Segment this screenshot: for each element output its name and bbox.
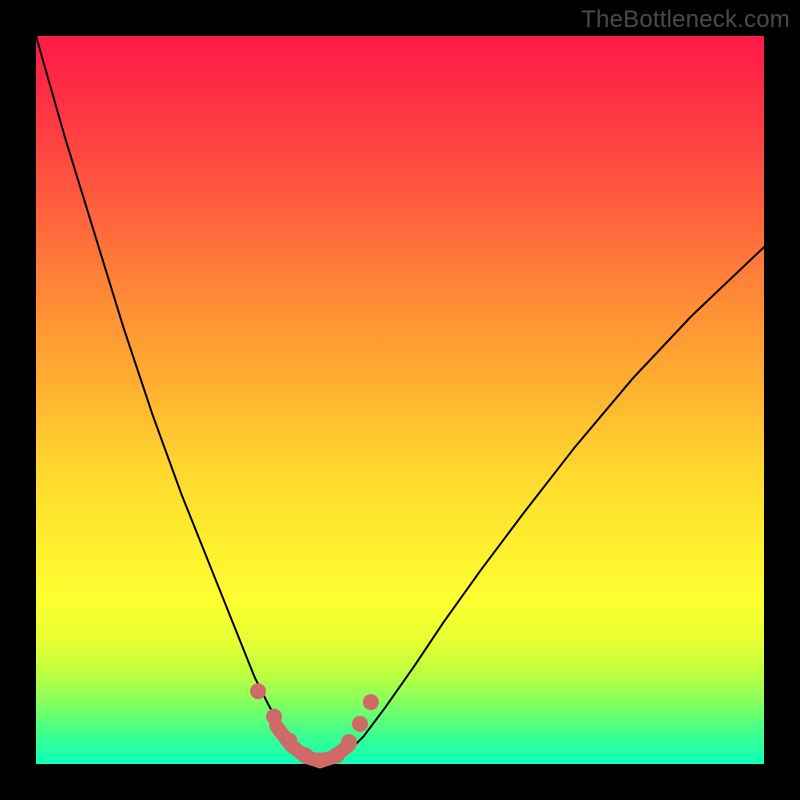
marker-dot (266, 709, 282, 725)
marker-dot (281, 733, 297, 749)
marker-dot (297, 747, 313, 763)
marker-dot (329, 747, 345, 763)
chart-overlay (36, 36, 764, 764)
bottleneck-curve (36, 36, 764, 763)
marker-dot (341, 734, 357, 750)
marker-dot (312, 752, 328, 768)
marker-dot (352, 716, 368, 732)
plot-area (36, 36, 764, 764)
marker-dot (363, 694, 379, 710)
marker-dot (250, 683, 266, 699)
chart-frame: TheBottleneck.com (0, 0, 800, 800)
watermark-text: TheBottleneck.com (581, 6, 790, 34)
